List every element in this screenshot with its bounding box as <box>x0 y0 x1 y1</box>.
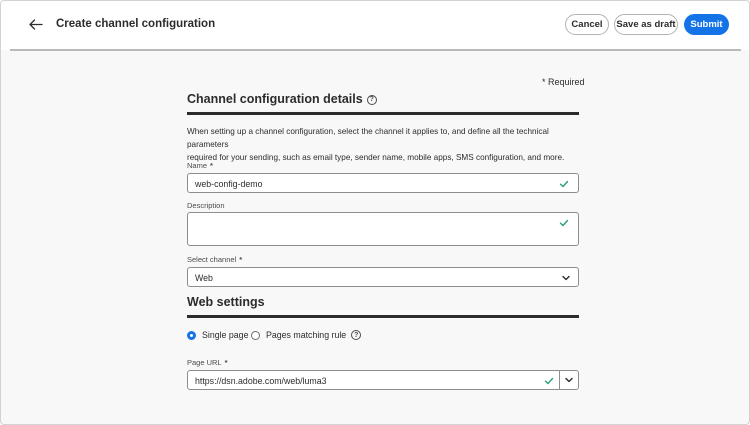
channel-label-text: Select channel <box>187 255 237 264</box>
page-url-label: Page URL * <box>187 358 228 367</box>
radio-single-page[interactable]: Single page <box>187 330 248 340</box>
required-asterisk: * <box>210 161 213 170</box>
required-note: * Required <box>542 77 585 87</box>
page-title: Create channel configuration <box>56 18 216 30</box>
radio-label: Single page <box>202 330 249 340</box>
checkmark-icon <box>544 377 554 385</box>
section-divider-web-settings <box>187 315 579 318</box>
checkmark-icon <box>559 180 569 188</box>
help-icon[interactable]: ? <box>351 330 362 340</box>
section-divider-details <box>187 112 579 115</box>
header-bar: Create channel configuration Cancel Save… <box>1 1 749 50</box>
section-title-details: Channel configuration details? <box>187 92 377 106</box>
chevron-down-icon <box>562 275 570 281</box>
intro-text: When setting up a channel configuration,… <box>187 125 587 164</box>
channel-select[interactable]: Web <box>187 267 579 287</box>
radio-selected-indicator <box>187 330 196 340</box>
section-title-web-settings: Web settings <box>187 295 265 309</box>
intro-line-1: When setting up a channel configuration,… <box>187 127 549 149</box>
header-divider <box>10 49 741 51</box>
name-field[interactable]: web-config-demo <box>187 173 579 193</box>
app-frame: Create channel configuration Cancel Save… <box>0 0 750 425</box>
submit-button[interactable]: Submit <box>684 14 729 35</box>
channel-value: Web <box>195 273 213 283</box>
chevron-down-icon <box>565 377 573 383</box>
radio-label: Pages matching rule <box>266 330 347 340</box>
channel-label: Select channel * <box>187 255 242 264</box>
required-asterisk: * <box>239 255 243 264</box>
checkmark-icon <box>559 219 569 227</box>
section-title-details-text: Channel configuration details <box>187 92 363 106</box>
back-button[interactable] <box>25 14 47 34</box>
radio-unselected-indicator <box>251 330 260 340</box>
save-draft-button[interactable]: Save as draft <box>614 14 678 35</box>
radio-pages-matching-rule[interactable]: Pages matching rule ? <box>251 330 362 340</box>
name-value: web-config-demo <box>195 179 263 189</box>
required-asterisk: * <box>224 358 228 367</box>
name-label-text: Name <box>187 161 208 170</box>
cancel-button[interactable]: Cancel <box>565 14 609 35</box>
intro-line-2: required for your sending, such as email… <box>187 153 565 162</box>
page-url-label-text: Page URL <box>187 358 222 367</box>
page-url-dropdown-button[interactable] <box>559 371 578 389</box>
help-icon[interactable]: ? <box>366 94 377 105</box>
page-url-field[interactable]: https://dsn.adobe.com/web/luma3 <box>187 370 579 390</box>
arrow-left-icon <box>29 18 43 30</box>
name-label: Name * <box>187 161 213 170</box>
page-url-value: https://dsn.adobe.com/web/luma3 <box>195 376 327 386</box>
description-label: Description <box>187 201 225 210</box>
description-field[interactable] <box>187 212 579 246</box>
